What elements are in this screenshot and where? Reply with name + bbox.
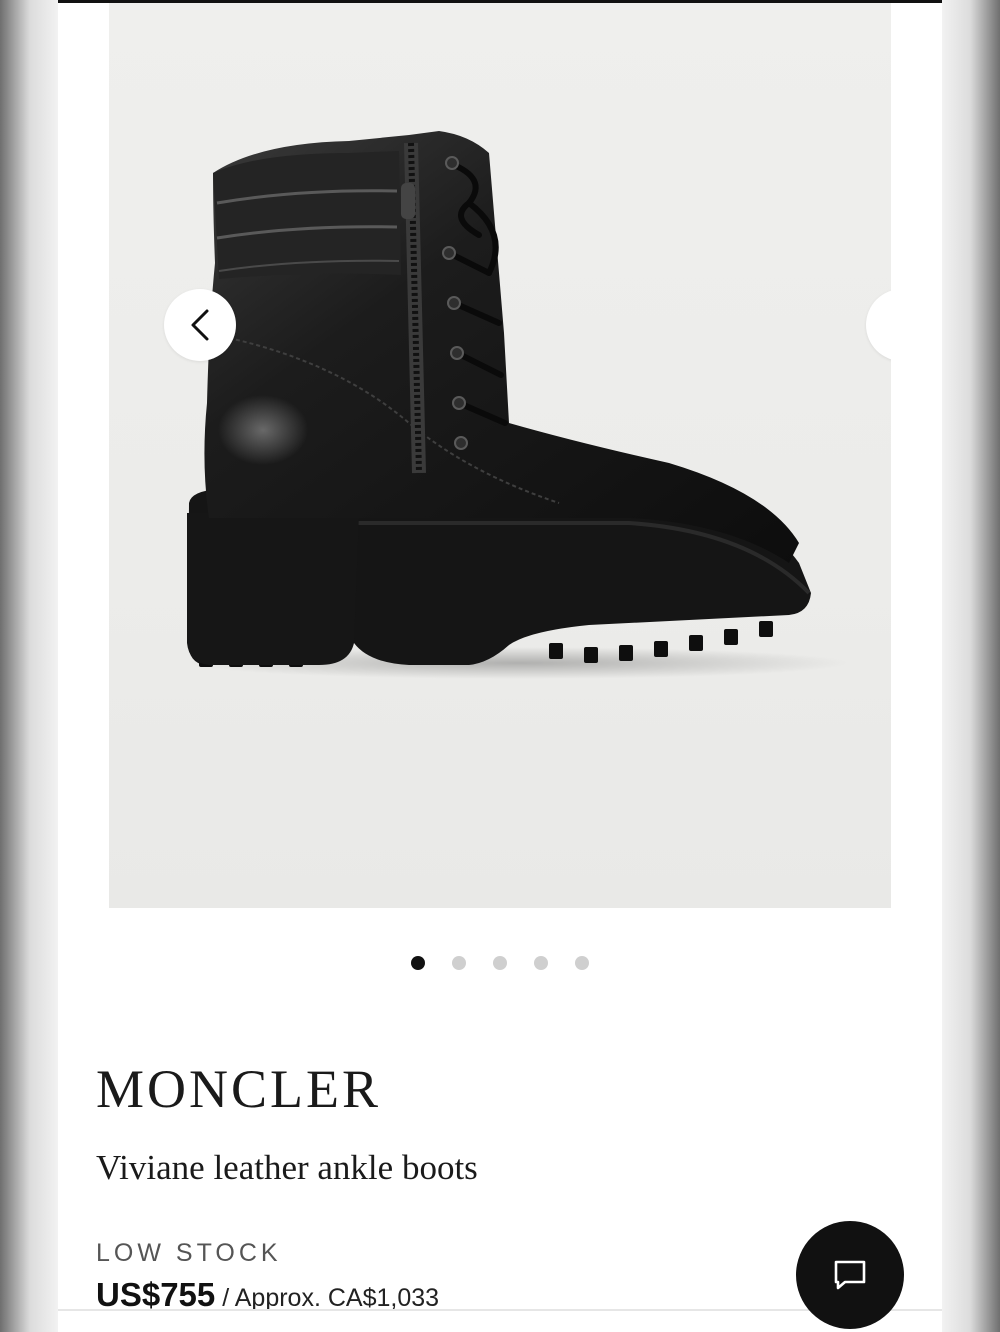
gallery-dot-5[interactable]: [575, 956, 589, 970]
product-image-gallery[interactable]: [109, 3, 891, 908]
price: US$755: [96, 1276, 216, 1313]
approx-price: Approx. CA$1,033: [234, 1284, 440, 1312]
chat-bubble-icon: [834, 1260, 866, 1290]
gallery-dot-3[interactable]: [493, 956, 507, 970]
chevron-right-icon: [887, 305, 891, 345]
price-separator: /: [215, 1284, 235, 1312]
product-title: Viviane leather ankle boots: [96, 1148, 478, 1187]
chat-button[interactable]: [796, 1221, 904, 1329]
product-image: [187, 131, 849, 679]
chevron-left-icon: [191, 309, 209, 341]
previous-image-button[interactable]: [164, 289, 236, 361]
price-row: US$755 / Approx. CA$1,033: [96, 1278, 439, 1311]
gallery-dot-2[interactable]: [452, 956, 466, 970]
gallery-pagination: [58, 956, 942, 974]
brand-name[interactable]: MONCLER: [96, 1062, 381, 1116]
gallery-dot-1[interactable]: [411, 956, 425, 970]
gallery-dot-4[interactable]: [534, 956, 548, 970]
stock-status: LOW STOCK: [96, 1239, 282, 1267]
product-page: MONCLER Viviane leather ankle boots LOW …: [58, 0, 942, 1332]
